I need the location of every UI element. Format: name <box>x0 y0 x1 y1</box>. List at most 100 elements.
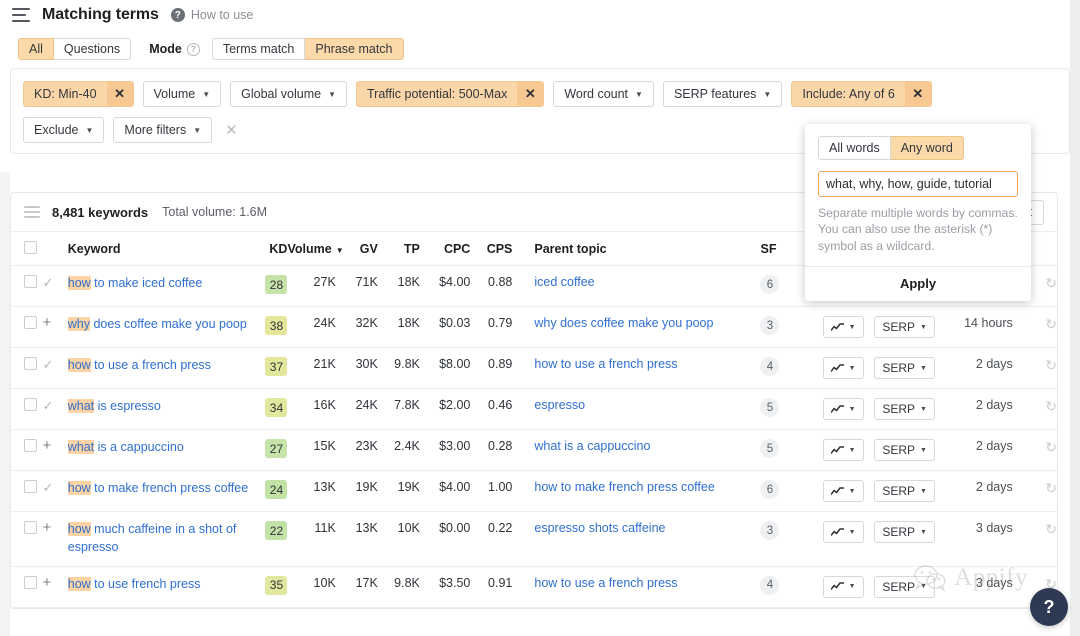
tab-any-word[interactable]: Any word <box>890 136 964 160</box>
column-sf[interactable]: SF <box>760 231 803 266</box>
include-words-input[interactable] <box>818 171 1018 197</box>
row-checkbox[interactable] <box>24 398 37 411</box>
refresh-icon[interactable]: ↻ <box>1045 398 1057 414</box>
chevron-down-icon: ▼ <box>920 405 927 413</box>
plus-icon[interactable]: + <box>43 519 52 536</box>
filter-chip-traffic-potential[interactable]: Traffic potential: 500-Max ✕ <box>355 81 545 107</box>
refresh-icon[interactable]: ↻ <box>1045 357 1057 373</box>
refresh-icon[interactable]: ↻ <box>1045 521 1057 537</box>
column-keyword[interactable]: Keyword <box>67 231 252 266</box>
check-icon[interactable]: ✓ <box>43 398 54 413</box>
tab-all-words[interactable]: All words <box>818 136 891 160</box>
serp-dropdown[interactable]: SERP ▼ <box>874 316 935 338</box>
row-checkbox[interactable] <box>24 357 37 370</box>
keyword-link[interactable]: why does coffee make you poop <box>67 317 247 331</box>
mode-help-icon[interactable]: ? <box>186 42 200 56</box>
list-view-icon[interactable] <box>24 206 40 218</box>
refresh-icon[interactable]: ↻ <box>1045 439 1057 455</box>
clear-all-filters-icon[interactable]: ✕ <box>221 123 242 138</box>
parent-topic-link[interactable]: why does coffee make you poop <box>534 316 713 330</box>
apply-button[interactable]: Apply <box>805 266 1031 301</box>
keyword-link[interactable]: what is espresso <box>67 399 161 413</box>
trend-dropdown[interactable]: ▼ <box>822 575 864 598</box>
close-icon[interactable]: ✕ <box>106 82 133 106</box>
serp-dropdown[interactable]: SERP ▼ <box>874 439 935 461</box>
plus-icon[interactable]: + <box>43 314 52 331</box>
check-icon[interactable]: ✓ <box>43 357 54 372</box>
keyword-highlight: how <box>67 522 91 536</box>
keyword-link[interactable]: how to use french press <box>67 576 200 591</box>
check-icon[interactable]: ✓ <box>43 480 54 495</box>
plus-icon[interactable]: + <box>43 574 52 591</box>
kd-badge: 34 <box>265 398 288 417</box>
close-icon[interactable]: ✕ <box>517 82 544 106</box>
help-icon[interactable]: ? <box>170 8 185 22</box>
keyword-link[interactable]: how much caffeine in a shot of espresso <box>67 522 236 554</box>
hamburger-icon[interactable] <box>12 8 30 22</box>
keyword-link[interactable]: what is a cappuccino <box>67 440 184 454</box>
filter-chip-serp-features[interactable]: SERP features ▼ <box>662 81 783 107</box>
serp-dropdown[interactable]: SERP ▼ <box>874 357 935 379</box>
close-icon[interactable]: ✕ <box>904 82 931 106</box>
tab-phrase-match[interactable]: Phrase match <box>305 38 404 60</box>
row-checkbox[interactable] <box>24 575 37 589</box>
plus-icon[interactable]: + <box>43 437 52 454</box>
include-filter-dropdown[interactable]: All words Any word Separate multiple wor… <box>805 124 1031 302</box>
keyword-link[interactable]: how to make iced coffee <box>67 276 202 290</box>
row-checkbox[interactable] <box>24 521 37 534</box>
filter-chip-kd[interactable]: KD: Min-40 ✕ <box>23 81 134 107</box>
row-checkbox[interactable] <box>24 316 37 329</box>
row-checkbox[interactable] <box>24 275 37 288</box>
parent-topic-link[interactable]: what is a cappuccino <box>534 439 650 453</box>
parent-topic-link[interactable]: espresso shots caffeine <box>534 521 665 535</box>
column-cpc[interactable]: CPC <box>419 231 471 266</box>
filter-chip-word-count[interactable]: Word count ▼ <box>553 81 654 107</box>
how-to-use-link[interactable]: How to use <box>191 8 254 22</box>
filter-chip-include[interactable]: Include: Any of 6 ✕ <box>791 81 932 107</box>
table-row[interactable]: + how to use french press 35 10K 17K 9.8K $3.5… <box>11 566 1057 608</box>
help-fab-button[interactable]: ? <box>1030 588 1068 626</box>
table-row[interactable]: + what is a cappuccino 27 15K 23K 2.4K $3.00 0.… <box>11 429 1057 471</box>
column-parent-topic[interactable]: Parent topic <box>512 231 761 266</box>
parent-topic-link[interactable]: espresso <box>534 398 585 412</box>
keyword-link[interactable]: how to make french press coffee <box>67 481 248 495</box>
tab-terms-match[interactable]: Terms match <box>211 38 306 60</box>
row-checkbox[interactable] <box>24 480 37 493</box>
filter-chip-exclude[interactable]: Exclude ▼ <box>23 117 105 143</box>
filter-chip-volume[interactable]: Volume ▼ <box>142 81 222 107</box>
tab-questions[interactable]: Questions <box>53 38 132 60</box>
table-row[interactable]: ✓ what is espresso 34 16K 24K 7.8K $2.00 0.46 es… <box>11 388 1057 430</box>
trend-dropdown[interactable]: ▼ <box>822 439 864 461</box>
serp-dropdown[interactable]: SERP ▼ <box>874 398 935 420</box>
serp-dropdown[interactable]: SERP ▼ <box>874 480 935 502</box>
column-tp[interactable]: TP <box>377 231 420 266</box>
trend-dropdown[interactable]: ▼ <box>822 316 864 338</box>
serp-dropdown[interactable]: SERP ▼ <box>874 521 935 543</box>
table-row[interactable]: ✓ how to make french press coffee 24 13K 19K… <box>11 470 1057 512</box>
filter-chip-more-filters[interactable]: More filters ▼ <box>113 117 213 143</box>
column-volume[interactable]: Volume ▼ <box>287 231 344 266</box>
trend-dropdown[interactable]: ▼ <box>822 398 864 420</box>
refresh-icon[interactable]: ↻ <box>1045 316 1057 332</box>
table-row[interactable]: + how much caffeine in a shot of espresso… <box>11 511 1057 567</box>
trend-dropdown[interactable]: ▼ <box>822 480 864 502</box>
parent-topic-link[interactable]: how to use a french press <box>534 357 677 371</box>
parent-topic-link[interactable]: iced coffee <box>534 275 594 289</box>
select-all-checkbox[interactable] <box>24 241 37 254</box>
column-cps[interactable]: CPS <box>470 231 513 266</box>
serp-dropdown[interactable]: SERP ▼ <box>874 575 935 598</box>
parent-topic-link[interactable]: how to use a french press <box>534 576 677 590</box>
refresh-icon[interactable]: ↻ <box>1045 480 1057 496</box>
table-row[interactable]: ✓ how to use a french press 37 21K 30K 9.8K $8… <box>11 347 1057 389</box>
parent-topic-link[interactable]: how to make french press coffee <box>534 480 714 494</box>
keyword-link[interactable]: how to use a french press <box>67 358 211 372</box>
table-row[interactable]: + why does coffee make you poop 38 24K 32K 18… <box>11 306 1057 348</box>
tab-all[interactable]: All <box>18 38 54 60</box>
trend-dropdown[interactable]: ▼ <box>822 357 864 379</box>
refresh-icon[interactable]: ↻ <box>1045 275 1057 291</box>
trend-dropdown[interactable]: ▼ <box>822 521 864 543</box>
filter-chip-global-volume[interactable]: Global volume ▼ <box>230 81 347 107</box>
column-kd[interactable]: KD <box>251 231 288 266</box>
row-checkbox[interactable] <box>24 439 37 452</box>
check-icon[interactable]: ✓ <box>43 275 54 290</box>
